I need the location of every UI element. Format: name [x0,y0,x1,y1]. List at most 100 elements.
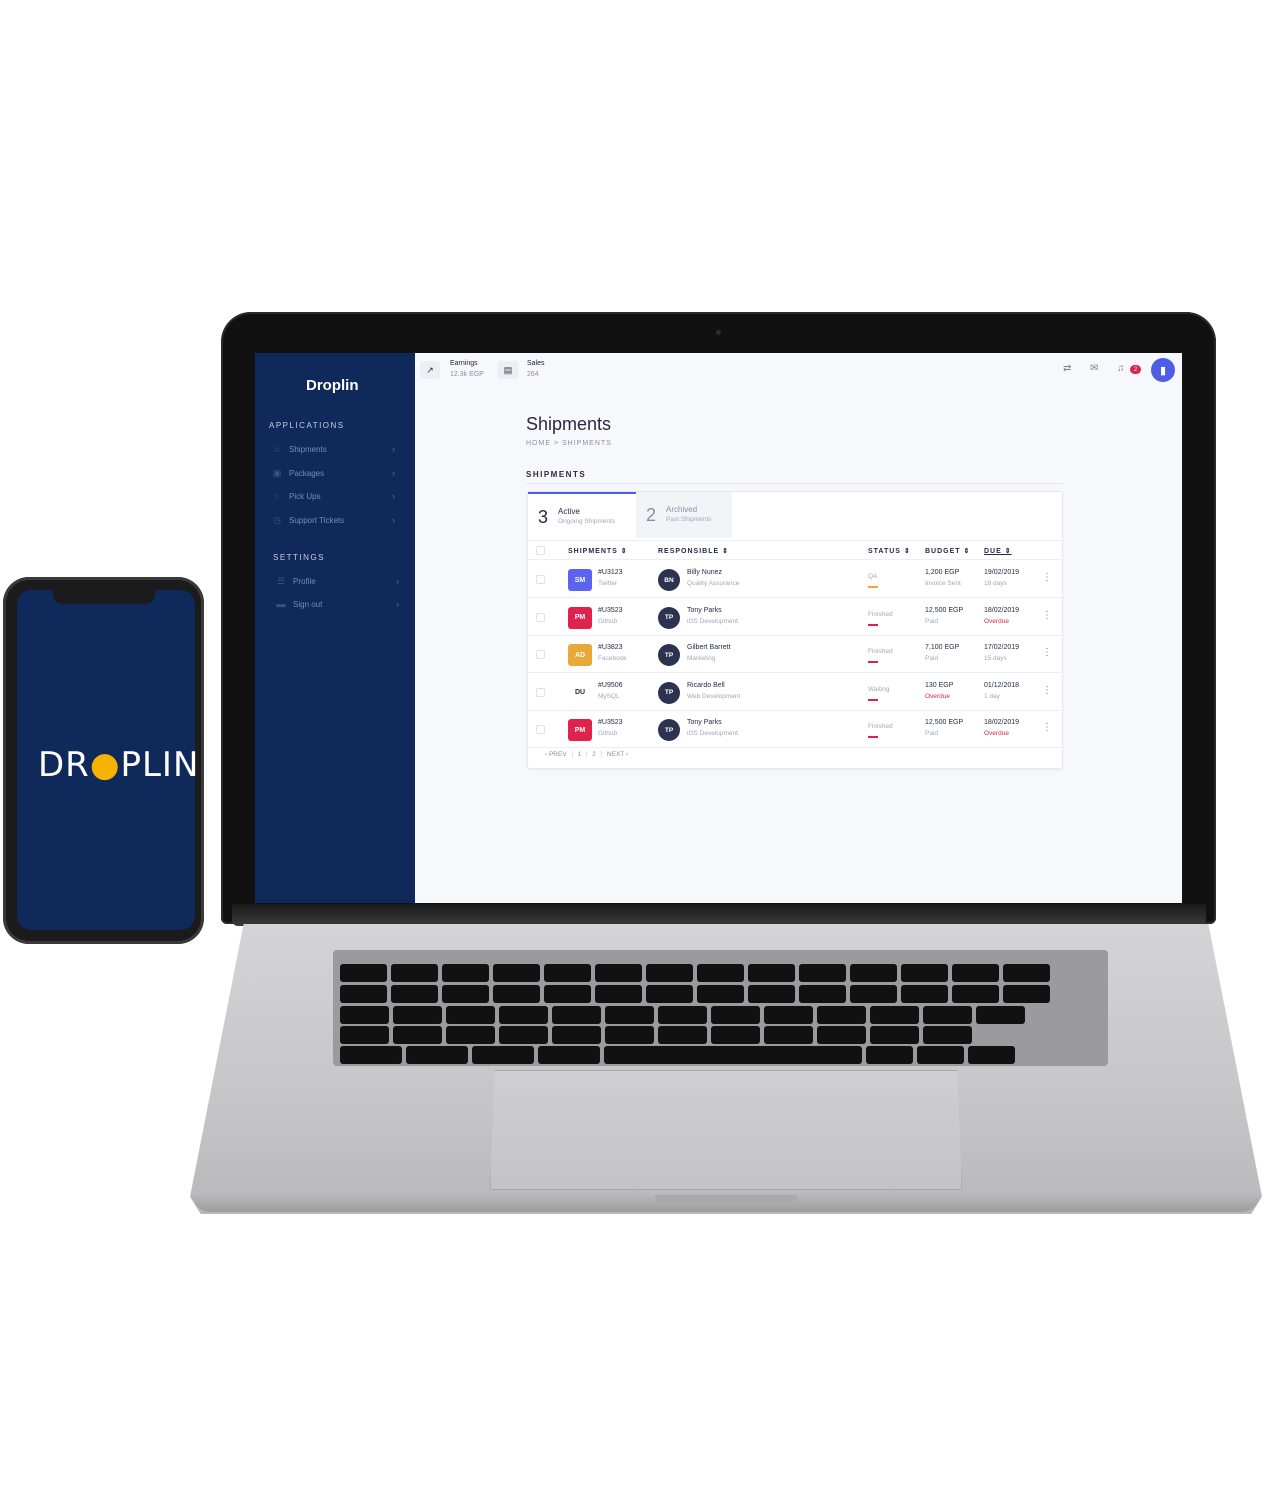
keyboard-row [340,985,1050,1003]
keyboard-key [711,1026,760,1044]
column-header-status[interactable]: STATUS ⇕ [868,547,911,555]
responsible-role: iOS Development [687,617,738,625]
due-remaining: 1 day [984,692,1000,700]
shipment-id[interactable]: #U3523 [598,607,623,614]
keyboard-key [544,985,591,1003]
table-row[interactable]: DU #U9506 MySQL TP Ricardo Bell Web Developme… [528,674,1064,711]
keyboard-key [544,964,591,982]
shipment-company: Github [598,730,618,737]
more-vertical-icon[interactable]: ⋮ [1042,685,1052,696]
shipment-badge: SM [568,569,592,591]
status-bar [868,736,878,738]
swap-icon[interactable]: ⇄ [1063,363,1071,374]
keyboard-key [605,1026,654,1044]
column-header-due[interactable]: DUE ⇕ [984,547,1012,555]
sidebar-item-profile[interactable]: ☰ Profile › [275,573,399,589]
budget-status: Overdue [925,692,950,700]
tab-count: 2 [646,505,657,525]
keyboard-key [391,985,438,1003]
shipment-id[interactable]: #U3823 [598,644,623,651]
keyboard-key [595,985,642,1003]
user-avatar-button[interactable]: ▮ [1151,358,1175,382]
table-row[interactable]: AD #U3823 Facebook TP Gilbert Barrett Marketi… [528,636,1064,673]
sales-label: Sales [527,360,545,367]
shipment-badge: DU [568,681,592,704]
row-checkbox[interactable] [536,687,545,697]
due-remaining: 15 days [984,655,1007,662]
row-checkbox[interactable] [536,575,545,584]
logo-text-left: DR [38,745,90,785]
responsible-name: Ricardo Bell [687,681,725,689]
table-row[interactable]: PM #U3523 Github TP Tony Parks iOS Developmen… [528,711,1064,748]
row-checkbox[interactable] [536,612,545,622]
tab-active[interactable]: 3 Active Ongoing Shipments [528,492,636,538]
laptop-hinge [232,904,1206,926]
status-bar [868,698,878,701]
keyboard-key [493,964,540,982]
status-bar [868,623,878,626]
column-header-budget[interactable]: BUDGET ⇕ [925,547,970,555]
sidebar-section-settings: SETTINGS [273,553,326,562]
more-vertical-icon[interactable]: ⋮ [1042,722,1052,733]
tab-count: 3 [538,507,549,527]
clock-icon: ◷ [273,515,281,525]
keyboard-key [764,1006,813,1024]
keyboard-key [552,1026,601,1044]
avatar: TP [658,644,680,666]
keyboard-key [393,1026,442,1044]
next-page-button[interactable]: NEXT › [602,751,633,758]
keyboard-key [446,1006,495,1024]
page-button-2[interactable]: 2 [587,751,602,758]
table-row[interactable]: SM #U3123 Twitter BN Billy Nunez Quality Assu… [528,561,1064,598]
sidebar-item-shipments[interactable]: ⌂ Shipments › [271,441,395,457]
shipment-id[interactable]: #U9506 [598,682,623,689]
keyboard-key [697,964,744,982]
select-all-checkbox[interactable] [536,546,545,555]
keyboard-key [446,1026,495,1044]
shipment-id[interactable]: #U3523 [598,719,623,726]
bell-icon[interactable]: ♫ [1117,363,1125,374]
row-checkbox[interactable] [536,650,545,659]
tab-archived[interactable]: 2 Archived Past Shipments [636,492,732,538]
shipment-company: Facebook [598,655,627,662]
sidebar-item-pickups[interactable]: ○ Pick Ups › [271,488,395,504]
sidebar-item-packages[interactable]: ▣ Packages › [271,465,395,481]
tab-sub: Ongoing Shipments [558,518,616,525]
row-checkbox[interactable] [536,725,545,734]
budget-value: 1,200 EGP [925,569,960,576]
keyboard-key [1003,964,1050,982]
budget-status: Paid [925,617,939,625]
more-vertical-icon[interactable]: ⋮ [1042,572,1052,583]
mail-icon[interactable]: ✉ [1090,363,1098,374]
keyboard-key [499,1006,548,1024]
more-vertical-icon[interactable]: ⋮ [1042,647,1052,658]
keyboard-key [442,985,489,1003]
keyboard-row [340,1026,972,1044]
due-date: 18/02/2019 [984,606,1020,614]
brand-logo[interactable]: Droplin [306,377,359,394]
shipment-badge: PM [568,719,592,741]
keyboard-key [866,1046,913,1064]
sidebar-item-sign-out[interactable]: ▬ Sign out › [275,596,400,612]
shipment-id[interactable]: #U3123 [598,569,623,576]
column-header-responsible[interactable]: RESPONSIBLE ⇕ [658,547,729,555]
chevron-right-icon: › [392,444,395,454]
laptop-notch [655,1195,797,1203]
due-date: 18/02/2019 [984,719,1020,726]
responsible-role: Web Development [687,692,741,700]
trending-up-icon[interactable]: ↗ [420,361,440,379]
budget-value: 7,100 EGP [925,644,960,651]
table-row[interactable]: PM #U3523 Github TP Tony Parks iOS Developmen… [528,599,1064,636]
keyboard-key [393,1006,442,1024]
more-vertical-icon[interactable]: ⋮ [1042,610,1052,621]
prev-page-button[interactable]: ‹ PREV [540,751,573,758]
document-icon[interactable]: ▤ [498,361,518,379]
sidebar-item-support-tickets[interactable]: ◷ Support Tickets › [271,512,395,528]
breadcrumb[interactable]: HOME > SHIPMENTS [526,440,612,447]
page-button-1[interactable]: 1 [573,751,588,758]
column-header-shipments[interactable]: SHIPMENTS ⇕ [568,547,628,555]
keyboard-key [799,985,846,1003]
keyboard-row [340,964,1050,982]
keyboard-key [340,1046,402,1064]
keyboard-key [340,1026,389,1044]
